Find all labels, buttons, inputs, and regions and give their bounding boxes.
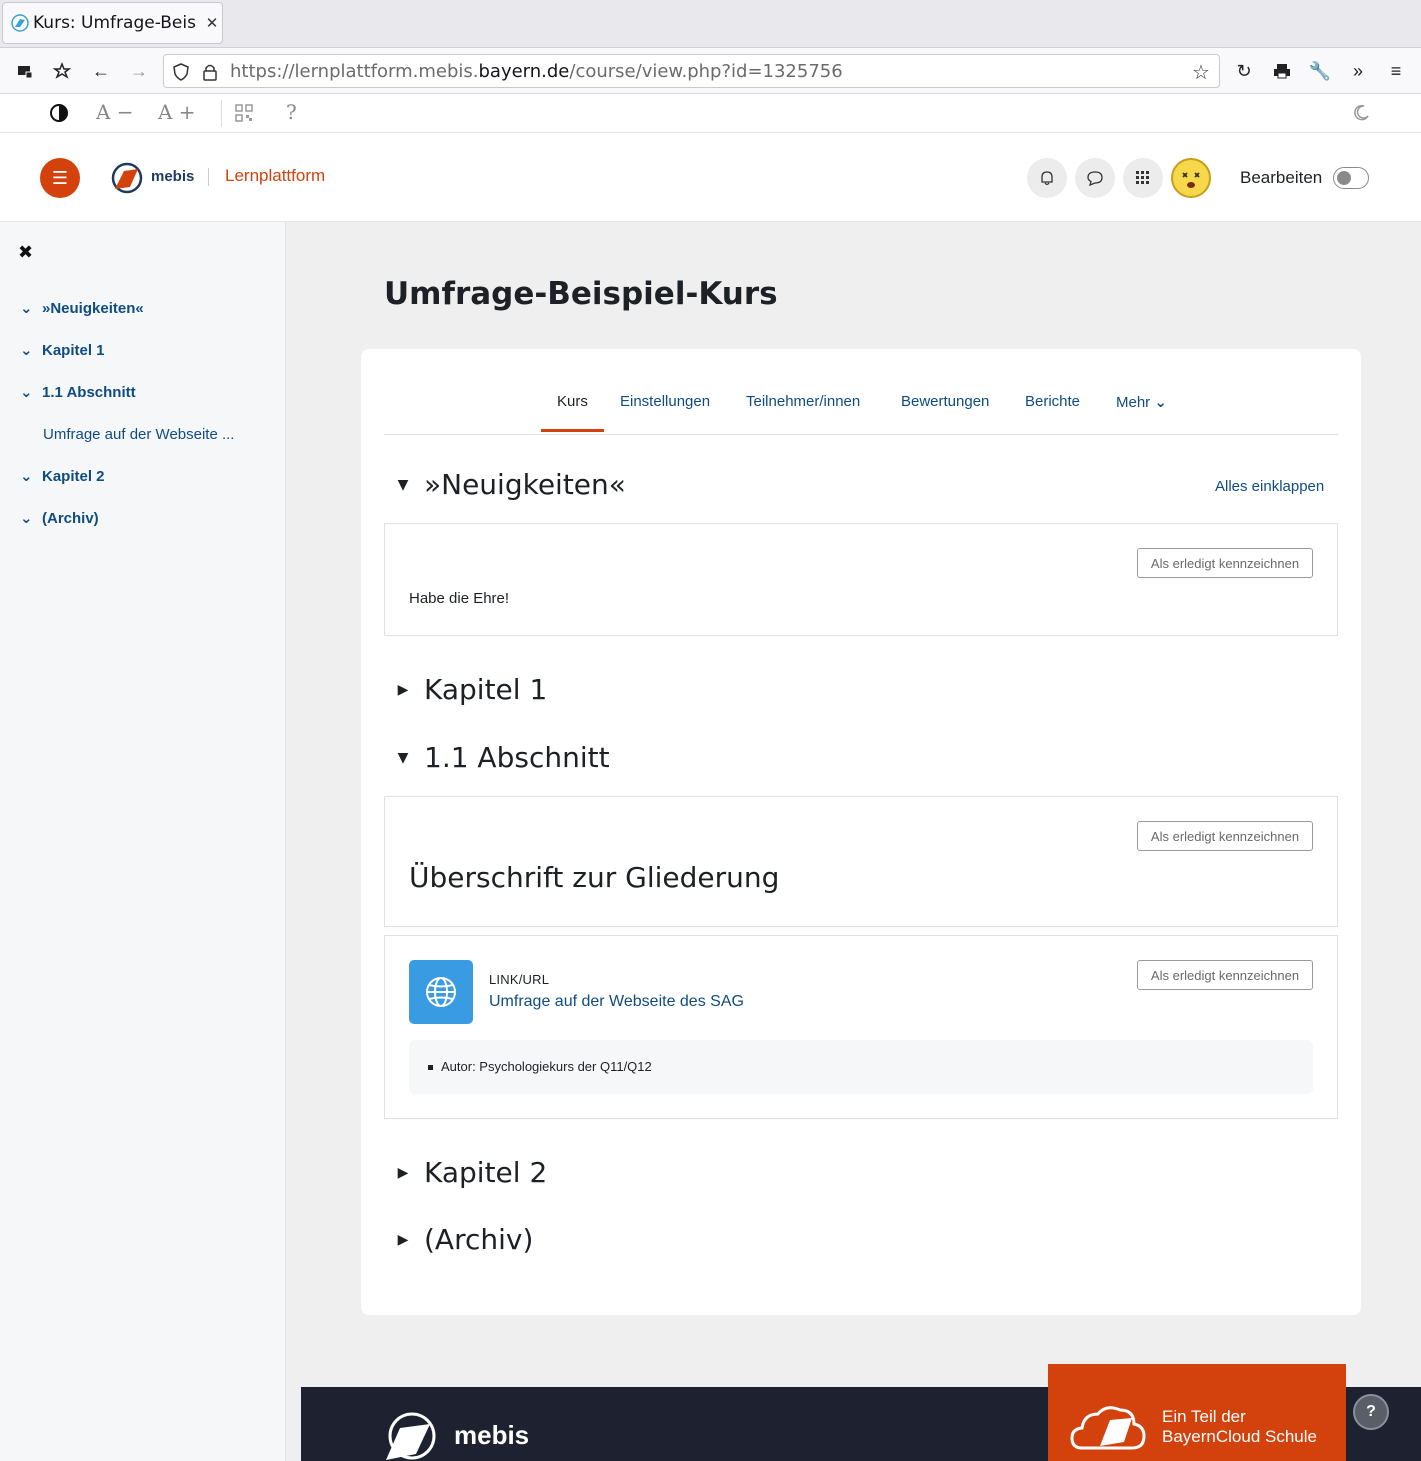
menu-icon[interactable]: ≡ [1385,60,1407,82]
tab-mehr[interactable]: Mehr ⌄ [1116,393,1167,411]
chevron-right-icon[interactable]: ▶ [394,682,412,698]
mark-done-button[interactable]: Als erledigt kennzeichnen [1137,548,1313,578]
brand-subtitle[interactable]: Lernplattform [225,166,325,186]
activity-icon[interactable] [409,960,473,1024]
back-icon[interactable]: ← [90,60,112,82]
drawer-item-archiv[interactable]: ⌄ (Archiv) [20,509,99,528]
news-content-box: Als erledigt kennzeichnen Habe die Ehre! [384,523,1338,636]
font-smaller-button[interactable]: A − [96,100,134,124]
chevron-down-icon[interactable]: ▼ [394,477,412,493]
globe-icon [426,977,456,1007]
qr-code-icon[interactable] [235,104,253,122]
chevron-right-icon[interactable]: ▶ [394,1232,412,1248]
chevron-down-icon[interactable]: ▼ [394,750,412,766]
section-kapitel-2-header[interactable]: ▶ Kapitel 2 [394,1156,548,1189]
course-index-drawer: ✖ [0,222,286,1461]
section-kapitel-1-header[interactable]: ▶ Kapitel 1 [394,673,548,706]
chevron-down-icon[interactable]: ⌄ [20,383,34,401]
drawer-item-kapitel-2[interactable]: ⌄ Kapitel 2 [20,467,105,486]
chat-bubble-icon [1087,171,1103,186]
mark-done-button[interactable]: Als erledigt kennzeichnen [1137,821,1313,851]
tab-bewertungen[interactable]: Bewertungen [901,393,989,410]
active-tab-indicator [541,429,604,432]
page-title: Umfrage-Beispiel-Kurs [384,276,778,312]
browser-tab[interactable]: Kurs: Umfrage-Beis ✕ [2,2,223,44]
mebis-logo-icon[interactable] [110,161,144,195]
dark-mode-moon-icon[interactable] [1352,104,1370,122]
section-archiv-header[interactable]: ▶ (Archiv) [394,1223,534,1256]
close-drawer-icon[interactable]: ✖ [18,242,33,263]
site-header: ☰ mebis Lernplattform Bearbeiten [0,133,1421,222]
chevron-down-icon[interactable]: ⌄ [20,509,34,527]
help-button[interactable]: ? [286,100,297,124]
help-float-button[interactable]: ? [1353,1394,1389,1430]
url-text: https://lernplattform.mebis.bayern.de/co… [230,61,843,82]
apps-button[interactable] [1123,158,1163,198]
lock-icon[interactable] [202,63,218,81]
edit-mode-label: Bearbeiten [1240,168,1323,187]
bayerncloud-text: Ein Teil der BayernCloud Schule [1162,1407,1317,1446]
tab-kurs[interactable]: Kurs [557,393,588,410]
secondary-navigation: Kurs Einstellungen Teilnehmer/innen Bewe… [384,384,1338,435]
browser-tabbar: Kurs: Umfrage-Beis ✕ [0,0,1421,48]
activity-author: Autor: Psychologiekurs der Q11/Q12 [441,1059,652,1074]
edit-mode-toggle[interactable] [1333,167,1369,189]
activity-type: LINK/URL [489,972,550,987]
divider [221,100,222,127]
chevron-down-icon[interactable]: ⌄ [20,299,34,317]
bell-icon [1041,171,1053,186]
mebis-favicon-icon [11,14,29,32]
shield-icon[interactable] [172,63,190,81]
url-bar[interactable]: https://lernplattform.mebis.bayern.de/co… [163,54,1220,88]
activity-info: Autor: Psychologiekurs der Q11/Q12 [409,1040,1313,1094]
drawer-toggle-button[interactable]: ☰ [40,158,80,198]
forward-icon[interactable]: → [128,60,150,82]
extension-icon[interactable] [51,60,73,82]
label-content-box: Als erledigt kennzeichnen Überschrift zu… [384,796,1338,927]
chevron-down-icon[interactable]: ⌄ [20,341,34,359]
chevron-right-icon[interactable]: ▶ [394,1165,412,1181]
mebis-footer-logo-icon[interactable] [384,1410,438,1461]
accessibility-toolbar: A − A + ? [0,94,1421,133]
user-avatar[interactable] [1171,158,1211,198]
drawer-item-kapitel-1[interactable]: ⌄ Kapitel 1 [20,341,105,360]
bookmark-star-icon[interactable]: ☆ [1192,60,1210,85]
brand-name[interactable]: mebis [151,168,194,185]
activity-link[interactable]: Umfrage auf der Webseite des SAG [489,993,744,1011]
section-news-header[interactable]: ▼ »Neuigkeiten« [394,468,626,501]
drawer-item-news[interactable]: ⌄ »Neuigkeiten« [20,299,144,318]
reload-icon[interactable]: ↻ [1233,60,1255,82]
contrast-icon[interactable] [49,103,69,123]
chevron-down-icon[interactable]: ⌄ [20,467,34,485]
tab-title: Kurs: Umfrage-Beis [33,13,196,33]
footer-brand: mebis [454,1420,530,1450]
font-larger-button[interactable]: A + [158,100,196,124]
collapse-all-link[interactable]: Alles einklappen [1215,478,1324,495]
dizzy-face-icon [1182,172,1200,188]
drawer-item-abschnitt[interactable]: ⌄ 1.1 Abschnitt [20,383,136,402]
containers-icon[interactable] [14,60,36,82]
close-tab-icon[interactable]: ✕ [202,14,222,32]
tab-teilnehmer[interactable]: Teilnehmer/innen [746,393,860,410]
grid-icon [1136,171,1149,184]
cloud-icon [1070,1406,1146,1450]
wrench-icon[interactable]: 🔧 [1309,60,1331,82]
tab-einstellungen[interactable]: Einstellungen [620,393,710,410]
messages-button[interactable] [1075,158,1115,198]
notifications-button[interactable] [1027,158,1067,198]
section-abschnitt-header[interactable]: ▼ 1.1 Abschnitt [394,741,610,774]
news-text: Habe die Ehre! [409,590,510,607]
drawer-item-umfrage[interactable]: Umfrage auf der Webseite ... [43,426,234,443]
activity-url: LINK/URL Umfrage auf der Webseite des SA… [384,935,1338,1119]
chevron-down-icon: ⌄ [1154,394,1167,411]
tab-berichte[interactable]: Berichte [1025,393,1080,410]
overflow-chevron-icon[interactable]: » [1347,60,1369,82]
brand-divider [208,168,209,186]
bullet [428,1065,433,1070]
mark-done-button[interactable]: Als erledigt kennzeichnen [1137,960,1313,990]
print-icon[interactable] [1271,60,1293,82]
section-heading: Überschrift zur Gliederung [409,861,780,894]
browser-navbar: ← → https://lernplattform.mebis.bayern.d… [0,48,1421,94]
